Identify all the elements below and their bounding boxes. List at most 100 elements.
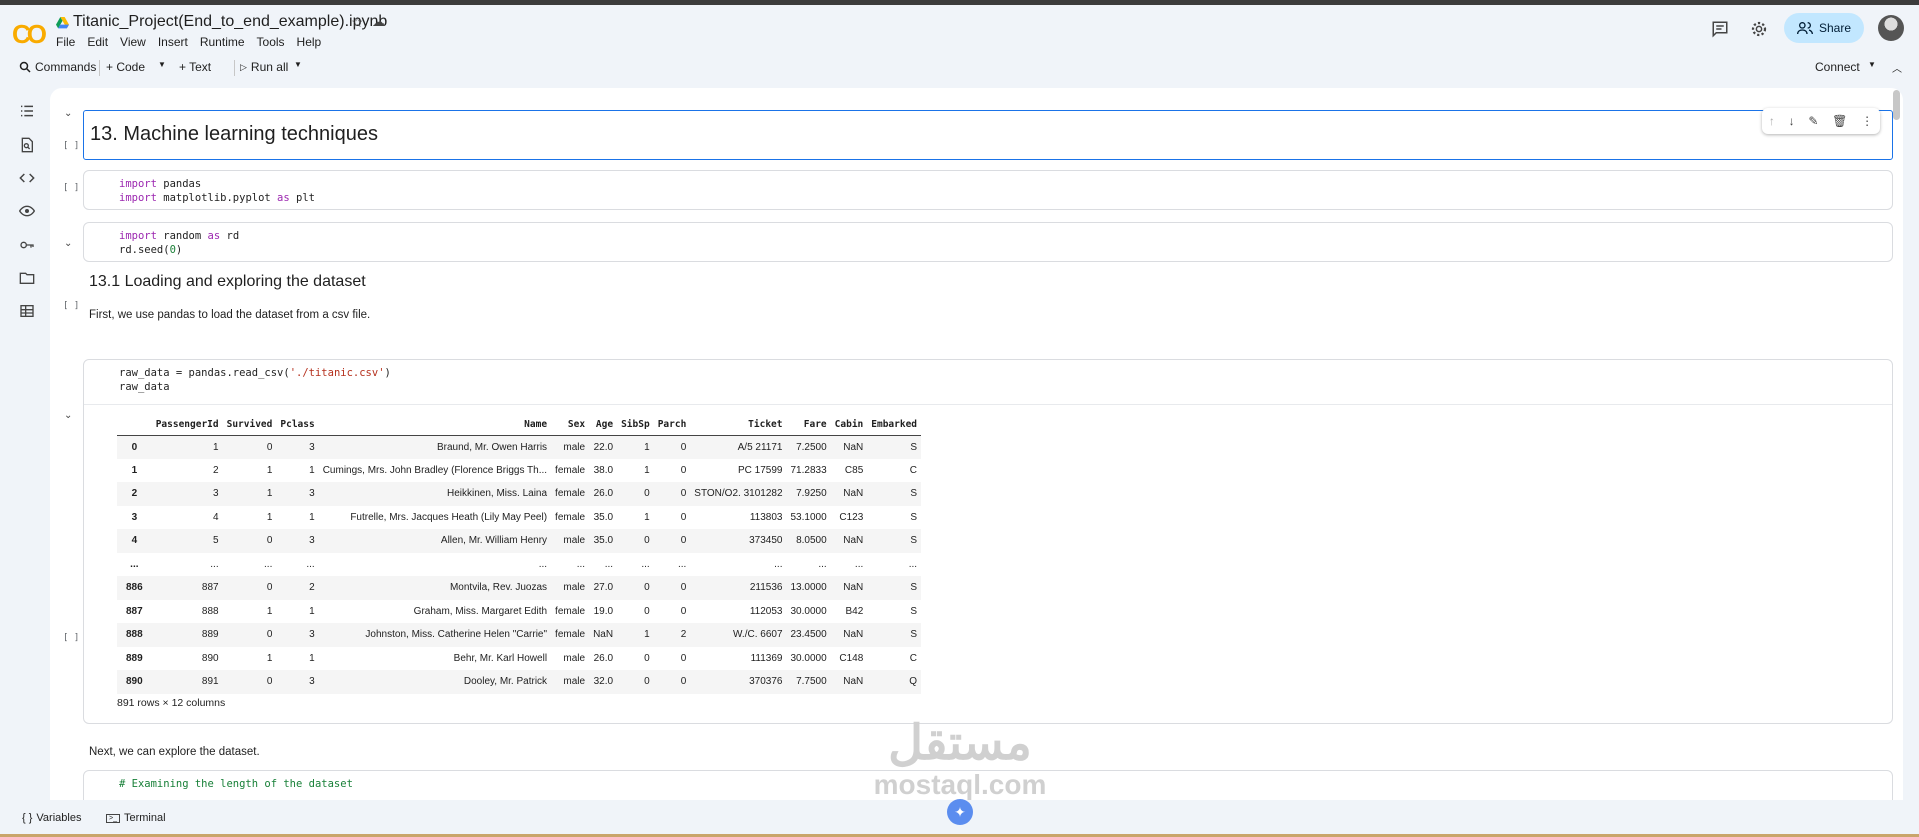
table-cell: 3 [151,482,223,506]
colab-logo[interactable]: CO [12,19,47,50]
table-cell: male [551,435,590,459]
move-cell-down-icon[interactable]: ↓ [1789,114,1795,128]
column-header: Parch [653,415,691,436]
run-cell-bracket[interactable]: [ ] [63,633,79,643]
table-cell: ... [306,558,315,570]
star-icon[interactable]: ☆ [351,14,364,31]
delete-trash-icon[interactable]: 🗑 [1832,114,1847,128]
cloud-sync-icon[interactable]: ☁ [372,14,385,30]
code-keyword: import [119,230,157,242]
code-cell-read-csv[interactable]: raw_data = pandas.read_csv('./titanic.cs… [83,359,1893,724]
play-icon: ▷ [240,61,247,72]
table-cell: 32.0 [589,670,618,694]
collapse-header-button[interactable]: ︿ [1892,60,1902,75]
table-cell: 0 [617,482,654,506]
add-code-button[interactable]: + Code [106,60,145,74]
table-cell: 1 [266,511,273,523]
menu-runtime[interactable]: Runtime [200,35,245,49]
run-all-button[interactable]: ▷ Run all [240,60,288,74]
table-cell: male [551,529,590,553]
table-cell: C148 [839,652,864,664]
table-cell: 370376 [690,670,787,694]
watermark-latin: mostaql.com [873,769,1047,800]
table-cell: 2 [653,623,691,647]
user-avatar[interactable] [1878,15,1904,41]
row-index: 887 [126,605,143,617]
add-code-dropdown[interactable]: ▼ [158,60,166,69]
code-cell-imports[interactable]: import pandas import matplotlib.pyplot a… [83,170,1893,210]
menu-tools[interactable]: Tools [257,35,285,49]
table-cell: Johnston, Miss. Catherine Helen "Carrie" [318,623,552,647]
variable-inspector-icon[interactable] [16,200,38,222]
edit-pencil-icon[interactable]: ✎ [1808,114,1818,128]
menu-edit[interactable]: Edit [87,35,108,49]
menu-insert[interactable]: Insert [158,35,188,49]
cell-toolbar: ↑ ↓ ✎ 🗑 ⋮ [1762,108,1880,134]
table-of-contents-icon[interactable] [16,100,38,122]
table-cell: 890 [201,652,219,664]
table-cell: 0 [653,670,691,694]
table-cell: W./C. 6607 [690,623,787,647]
find-replace-icon[interactable] [16,134,38,156]
files-folder-icon[interactable] [16,267,38,289]
connect-dropdown[interactable]: ▼ [1868,60,1876,69]
commands-button[interactable]: Commands [19,60,96,74]
google-drive-icon [56,17,69,29]
run-cell-bracket[interactable]: [ ] [63,183,79,193]
connect-button[interactable]: Connect [1815,60,1860,74]
table-cell: 0 [644,652,650,664]
table-cell: Dooley, Mr. Patrick [318,670,552,694]
gemini-sparkle-icon[interactable]: ✦ [947,799,973,825]
column-header [117,415,152,436]
menu-file[interactable]: File [56,35,75,49]
text-cell-intro[interactable]: First, we use pandas to load the dataset… [83,303,1893,327]
column-header: Sex [551,415,590,436]
data-table-icon[interactable] [16,300,38,322]
share-button[interactable]: Share [1784,13,1864,43]
dataframe-shape: 891 rows × 12 columns [117,697,226,709]
chevron-down-icon: ▼ [294,60,302,69]
table-cell: 3 [276,529,319,553]
column-header: Cabin [830,415,868,436]
collapse-output-icon[interactable]: ⌄ [64,410,72,421]
table-cell: male [551,670,590,694]
secrets-key-icon[interactable] [16,234,38,256]
run-all-dropdown[interactable]: ▼ [294,60,302,69]
collapse-section-icon[interactable]: ⌄ [64,238,72,249]
settings-gear-icon[interactable] [1750,20,1768,38]
table-cell: 3 [276,482,319,506]
terminal-button[interactable]: >_ Terminal [106,812,166,824]
code-cell-random[interactable]: import random as rd rd.seed(0) [83,222,1893,262]
collapse-section-icon[interactable]: ⌄ [64,108,72,119]
code-snippets-icon[interactable] [16,167,38,189]
notebook-title[interactable]: Titanic_Project(End_to_end_example).ipyn… [73,13,387,31]
table-cell: 0 [617,529,654,553]
table-cell: C [909,464,918,476]
heading-cell-selected[interactable]: 13. Machine learning techniques ↑ ↓ ✎ 🗑 … [83,108,1893,160]
comments-icon[interactable] [1711,20,1729,38]
run-cell-bracket[interactable]: [ ] [63,141,79,151]
table-row: 2 3 1 3 Heikkinen, Miss. Laina female 26.0 0 0 ST… [117,482,922,506]
table-row: 889 890 1 1 Behr, Mr. Karl Howell male 26.0 0 0 1… [117,647,921,671]
table-row: ....................................... [117,553,921,577]
variables-button[interactable]: { } Variables [22,812,81,824]
table-cell: 27.0 [589,576,618,600]
menu-view[interactable]: View [120,35,146,49]
notebook-toolbar: Commands + Code ▼ + Text ▷ Run all ▼ Con… [10,53,1907,83]
subheading-cell[interactable]: 13.1 Loading and exploring the dataset [83,268,1893,298]
more-options-icon[interactable]: ⋮ [1861,114,1873,128]
column-header: Name [318,415,552,436]
table-cell: ... [854,558,864,570]
move-cell-up-icon[interactable]: ↑ [1769,114,1775,128]
notebook-scrollbar[interactable] [1893,90,1900,120]
code-line: rd.seed(0) [119,244,183,256]
add-text-button[interactable]: + Text [179,60,211,74]
table-cell: 0 [222,529,277,553]
table-cell: 2 [213,464,219,476]
menu-help[interactable]: Help [297,35,322,49]
table-cell: female [551,482,590,506]
row-index: 4 [117,529,152,553]
table-cell: 30.0000 [790,605,827,617]
variables-label: Variables [36,812,82,824]
run-cell-bracket[interactable]: [ ] [63,301,79,311]
